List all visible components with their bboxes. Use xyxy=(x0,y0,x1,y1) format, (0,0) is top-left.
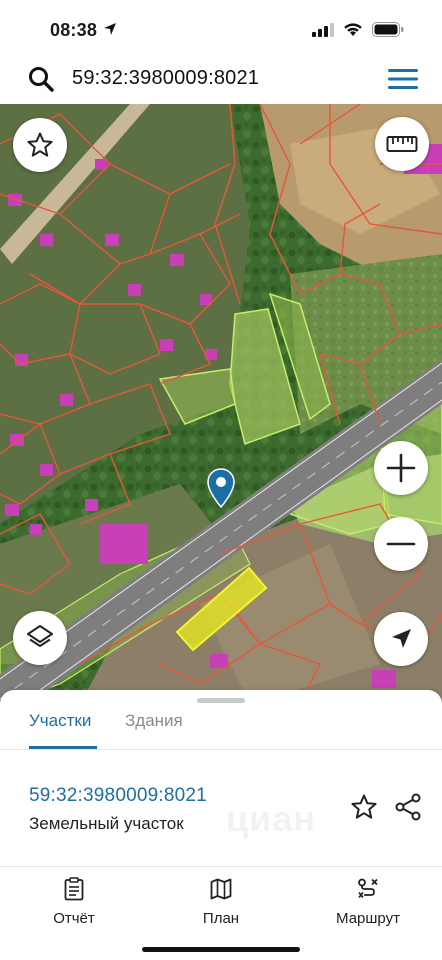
layers-button[interactable] xyxy=(13,611,67,665)
home-indicator xyxy=(142,947,300,952)
active-tab-indicator xyxy=(29,746,97,749)
location-arrow-icon xyxy=(104,23,116,35)
favorite-star-icon[interactable] xyxy=(350,793,378,821)
map-pin-icon[interactable] xyxy=(207,468,235,508)
parcel-type-label: Земельный участок xyxy=(29,814,184,833)
nav-route-label: Маршрут xyxy=(336,910,400,927)
layers-icon xyxy=(27,625,53,647)
nav-plan[interactable]: План xyxy=(166,877,276,927)
search-input[interactable]: 59:32:3980009:8021 xyxy=(72,67,259,90)
star-outline-icon xyxy=(27,132,53,157)
zoom-in-button[interactable] xyxy=(374,441,428,495)
satellite-map[interactable] xyxy=(0,104,442,704)
ruler-button[interactable] xyxy=(375,117,429,171)
favorite-map-button[interactable] xyxy=(13,118,67,172)
map-view[interactable] xyxy=(0,104,442,704)
share-icon[interactable] xyxy=(394,793,422,821)
search-icon[interactable] xyxy=(28,66,54,92)
nav-report[interactable]: Отчёт xyxy=(19,877,129,927)
status-time: 08:38 xyxy=(50,20,98,40)
cadastral-number-link[interactable]: 59:32:3980009:8021 xyxy=(29,785,207,807)
sheet-grabber[interactable] xyxy=(197,698,245,703)
map-plan-icon xyxy=(210,878,232,900)
zoom-out-button[interactable] xyxy=(374,517,428,571)
tab-bar: Участки Здания xyxy=(0,708,442,750)
status-icons xyxy=(312,22,404,37)
status-bar: 08:38 xyxy=(0,0,442,56)
signal-icon xyxy=(312,22,334,37)
watermark: циан xyxy=(226,798,317,839)
tab-buildings[interactable]: Здания xyxy=(125,710,183,748)
navigation-arrow-icon xyxy=(392,629,411,648)
hamburger-menu-icon[interactable] xyxy=(388,68,418,90)
bottom-navigation: Отчёт План Маршрут xyxy=(0,866,442,960)
plus-icon xyxy=(386,453,416,483)
route-icon xyxy=(358,878,378,899)
report-icon xyxy=(64,877,84,901)
my-location-button[interactable] xyxy=(374,612,428,666)
nav-plan-label: План xyxy=(202,910,240,927)
battery-icon xyxy=(372,22,404,37)
search-bar[interactable]: 59:32:3980009:8021 xyxy=(6,56,436,102)
nav-report-label: Отчёт xyxy=(53,910,95,927)
nav-route[interactable]: Маршрут xyxy=(313,877,423,927)
ruler-icon xyxy=(386,136,418,152)
tab-parcels[interactable]: Участки xyxy=(29,710,91,748)
wifi-icon xyxy=(344,23,362,36)
minus-icon xyxy=(386,542,416,546)
